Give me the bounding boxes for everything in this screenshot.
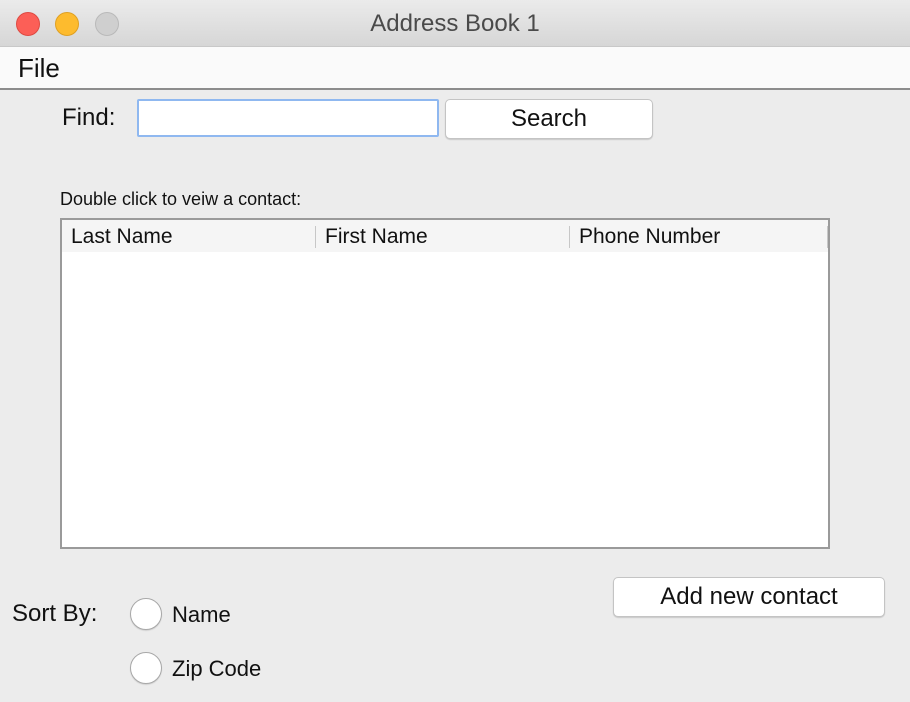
contact-list-hint: Double click to veiw a contact:	[60, 189, 302, 209]
sort-by-zip-code-label[interactable]: Zip Code	[172, 656, 261, 682]
find-label: Find:	[62, 104, 116, 131]
sort-by-label: Sort By:	[12, 600, 98, 627]
find-input[interactable]	[137, 99, 439, 137]
sort-by-name-label[interactable]: Name	[172, 602, 231, 628]
menu-bar: File	[0, 47, 910, 90]
contacts-table[interactable]: Last Name First Name Phone Number	[60, 218, 830, 549]
menu-file[interactable]: File	[18, 53, 60, 84]
column-header-phone-number[interactable]: Phone Number	[570, 220, 828, 252]
search-button[interactable]: Search	[445, 99, 653, 139]
add-new-contact-button[interactable]: Add new contact	[613, 577, 885, 617]
contacts-table-header: Last Name First Name Phone Number	[62, 220, 828, 252]
address-book-window: Address Book 1 File Find: Search Double …	[0, 0, 910, 702]
window-title: Address Book 1	[370, 10, 540, 37]
sort-by-name-radio[interactable]	[130, 598, 162, 630]
title-bar: Address Book 1	[0, 0, 910, 47]
sort-by-zip-code-radio[interactable]	[130, 652, 162, 684]
column-header-last-name[interactable]: Last Name	[62, 220, 316, 252]
column-header-first-name[interactable]: First Name	[316, 220, 570, 252]
